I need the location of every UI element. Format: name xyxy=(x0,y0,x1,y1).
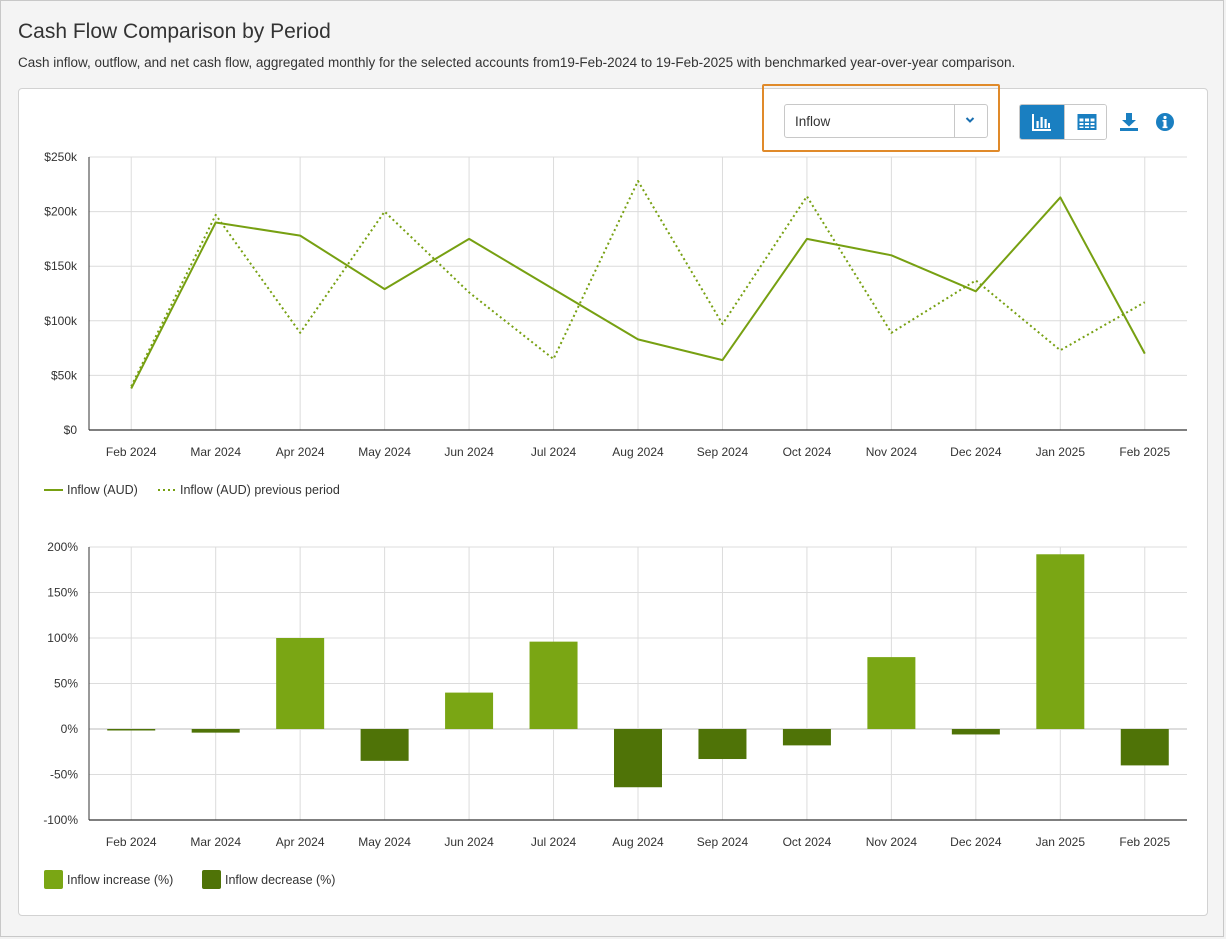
bar-chart-y-tick-label: -100% xyxy=(43,813,78,827)
line-chart-x-tick-label: Sep 2024 xyxy=(697,445,749,459)
bar-chart-x-tick-label: Aug 2024 xyxy=(612,835,664,849)
line-chart-x-tick-label: Oct 2024 xyxy=(783,445,832,459)
bar-chart-x-tick-label: May 2024 xyxy=(358,835,411,849)
bar-chart-y-tick-label: 200% xyxy=(47,540,78,554)
bar-chart-x-tick-label: Oct 2024 xyxy=(783,835,832,849)
line-chart-x-tick-label: Nov 2024 xyxy=(866,445,918,459)
line-chart-x-tick-label: Mar 2024 xyxy=(190,445,241,459)
bar-decrease[interactable] xyxy=(360,729,409,761)
bar-decrease[interactable] xyxy=(782,729,831,746)
line-chart-y-tick-label: $0 xyxy=(64,423,78,437)
line-chart-x-tick-label: Aug 2024 xyxy=(612,445,664,459)
charts-canvas: $0 $50k $100k $150k $200k $250k Feb 2024 Mar 20… xyxy=(43,150,1187,889)
bar-chart-x-tick-label: Sep 2024 xyxy=(697,835,749,849)
bar-decrease[interactable] xyxy=(191,729,240,733)
bar-increase[interactable] xyxy=(867,657,916,729)
line-chart-x-tick-label: Jul 2024 xyxy=(531,445,577,459)
line-chart-x-tick-label: Feb 2024 xyxy=(106,445,157,459)
bar-chart-x-tick-label: Nov 2024 xyxy=(866,835,918,849)
bar-decrease[interactable] xyxy=(107,729,156,731)
legend-label-increase: Inflow increase (%) xyxy=(67,873,173,887)
bar-decrease[interactable] xyxy=(951,729,1000,735)
line-chart-y-tick-label: $200k xyxy=(44,205,78,219)
bar-chart-x-tick-label: Jul 2024 xyxy=(531,835,577,849)
bar-decrease[interactable] xyxy=(1120,729,1169,766)
bar-chart-x-tick-label: Dec 2024 xyxy=(950,835,1002,849)
bar-increase[interactable] xyxy=(445,692,494,729)
bar-chart-y-tick-label: 150% xyxy=(47,586,78,600)
bar-chart-y-tick-label: -50% xyxy=(50,768,78,782)
line-chart-y-tick-label: $100k xyxy=(44,314,78,328)
line-chart-y-tick-label: $50k xyxy=(51,368,78,382)
legend-swatch-decrease xyxy=(202,870,221,889)
bar-decrease[interactable] xyxy=(698,729,747,760)
bar-chart-y-tick-label: 100% xyxy=(47,631,78,645)
bar-chart-x-tick-label: Feb 2025 xyxy=(1119,835,1170,849)
line-chart-x-tick-label: Dec 2024 xyxy=(950,445,1002,459)
bar-chart-y-tick-label: 0% xyxy=(61,722,79,736)
bar-increase[interactable] xyxy=(276,638,325,729)
line-chart-x-tick-label: Jun 2024 xyxy=(444,445,494,459)
bar-chart-x-tick-label: Mar 2024 xyxy=(190,835,241,849)
legend-swatch-increase xyxy=(44,870,63,889)
legend-label-inflow: Inflow (AUD) xyxy=(67,483,138,497)
line-chart-x-tick-label: Feb 2025 xyxy=(1119,445,1170,459)
bar-chart-x-tick-label: Jun 2024 xyxy=(444,835,494,849)
line-chart-x-tick-label: Jan 2025 xyxy=(1036,445,1086,459)
line-chart-y-tick-label: $250k xyxy=(44,150,78,164)
legend-label-inflow-previous: Inflow (AUD) previous period xyxy=(180,483,340,497)
line-chart-x-tick-label: Apr 2024 xyxy=(276,445,325,459)
bar-chart-x-tick-label: Feb 2024 xyxy=(106,835,157,849)
bar-decrease[interactable] xyxy=(614,729,662,788)
bar-increase[interactable] xyxy=(1036,554,1085,729)
bar-chart-y-tick-label: 50% xyxy=(54,677,78,691)
legend-label-decrease: Inflow decrease (%) xyxy=(225,873,335,887)
line-chart-y-tick-label: $150k xyxy=(44,259,78,273)
line-chart-x-tick-label: May 2024 xyxy=(358,445,411,459)
bar-chart-x-tick-label: Jan 2025 xyxy=(1036,835,1086,849)
bar-increase[interactable] xyxy=(529,641,578,729)
bar-chart-x-tick-label: Apr 2024 xyxy=(276,835,325,849)
